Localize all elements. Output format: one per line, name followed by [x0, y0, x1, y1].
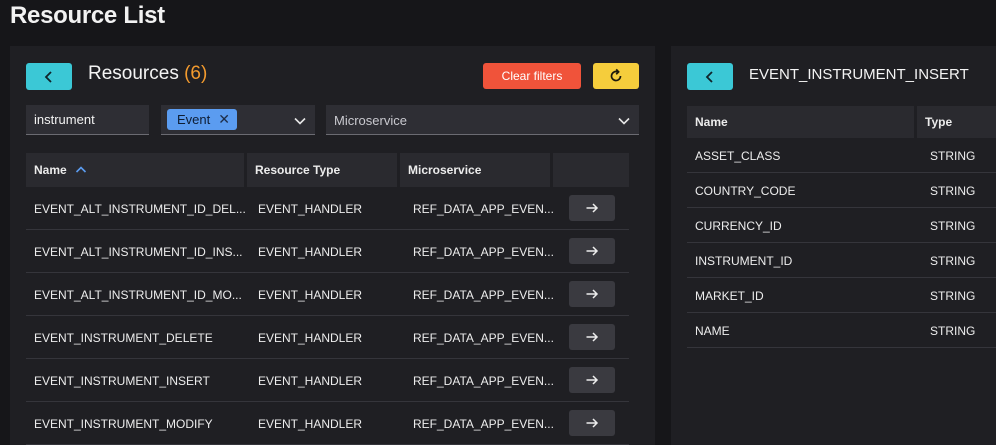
microservice-placeholder: Microservice: [334, 113, 407, 128]
row-type: EVENT_HANDLER: [258, 288, 363, 302]
arrow-right-icon: [586, 332, 599, 342]
resource-detail-panel: EVENT_INSTRUMENT_INSERT Name Type ASSET_…: [671, 46, 996, 445]
chevron-down-icon: [294, 117, 306, 125]
row-type: EVENT_HANDLER: [258, 374, 363, 388]
field-type: STRING: [930, 254, 976, 268]
chevron-left-icon: [705, 70, 713, 83]
row-type: EVENT_HANDLER: [258, 245, 363, 259]
row-name: EVENT_ALT_INSTRUMENT_ID_INS...: [34, 245, 243, 259]
column-header-name[interactable]: Name: [26, 153, 244, 187]
row-microservice: REF_DATA_APP_EVEN...: [413, 374, 554, 388]
arrow-right-icon: [586, 246, 599, 256]
row-type: EVENT_HANDLER: [258, 331, 363, 345]
resource-type-select[interactable]: Event ✕: [161, 105, 315, 135]
row-microservice: REF_DATA_APP_EVEN...: [413, 245, 554, 259]
sort-ascending-icon[interactable]: [75, 164, 87, 176]
column-header-type-label: Resource Type: [255, 163, 341, 177]
resources-count: (6): [184, 63, 208, 84]
field-row: ASSET_CLASS STRING: [687, 138, 996, 173]
field-name: INSTRUMENT_ID: [695, 254, 793, 268]
field-row: INSTRUMENT_ID STRING: [687, 243, 996, 278]
field-name: COUNTRY_CODE: [695, 184, 796, 198]
table-row[interactable]: EVENT_ALT_INSTRUMENT_ID_MO... EVENT_HAND…: [26, 273, 629, 316]
table-row[interactable]: EVENT_INSTRUMENT_INSERT EVENT_HANDLER RE…: [26, 359, 629, 402]
open-resource-button[interactable]: [569, 324, 615, 350]
column-header-type[interactable]: Resource Type: [247, 153, 397, 187]
field-type: STRING: [930, 324, 976, 338]
field-row: MARKET_ID STRING: [687, 278, 996, 313]
row-microservice: REF_DATA_APP_EVEN...: [413, 417, 554, 431]
arrow-right-icon: [586, 289, 599, 299]
column-header-microservice[interactable]: Microservice: [400, 153, 550, 187]
field-name: MARKET_ID: [695, 289, 764, 303]
detail-column-header-name-label: Name: [695, 115, 728, 129]
row-type: EVENT_HANDLER: [258, 417, 363, 431]
back-button[interactable]: [26, 63, 72, 90]
table-row[interactable]: EVENT_ALT_INSTRUMENT_ID_DEL... EVENT_HAN…: [26, 187, 629, 230]
resources-panel: Resources (6) Clear filters Event ✕ Micr…: [10, 46, 655, 445]
open-resource-button[interactable]: [569, 367, 615, 393]
row-name: EVENT_ALT_INSTRUMENT_ID_DEL...: [34, 202, 246, 216]
close-icon[interactable]: ✕: [218, 111, 230, 128]
detail-column-header-type-label: Type: [925, 115, 953, 129]
refresh-icon: [610, 68, 622, 82]
field-name: ASSET_CLASS: [695, 149, 781, 163]
detail-column-header-type: Type: [917, 106, 996, 138]
row-type: EVENT_HANDLER: [258, 202, 363, 216]
row-microservice: REF_DATA_APP_EVEN...: [413, 202, 554, 216]
arrow-right-icon: [586, 418, 599, 428]
field-row: NAME STRING: [687, 313, 996, 348]
field-name: NAME: [695, 324, 730, 338]
resources-heading: Resources (6): [88, 63, 207, 85]
column-header-microservice-label: Microservice: [408, 163, 482, 177]
row-name: EVENT_INSTRUMENT_DELETE: [34, 331, 213, 345]
detail-column-header-name: Name: [687, 106, 914, 138]
detail-back-button[interactable]: [687, 63, 733, 90]
page-title: Resource List: [10, 2, 165, 29]
field-name: CURRENCY_ID: [695, 219, 782, 233]
clear-filters-button[interactable]: Clear filters: [483, 63, 581, 89]
field-type: STRING: [930, 184, 976, 198]
table-row[interactable]: EVENT_ALT_INSTRUMENT_ID_INS... EVENT_HAN…: [26, 230, 629, 273]
open-resource-button[interactable]: [569, 410, 615, 436]
row-microservice: REF_DATA_APP_EVEN...: [413, 331, 554, 345]
row-name: EVENT_INSTRUMENT_INSERT: [34, 374, 210, 388]
open-resource-button[interactable]: [569, 281, 615, 307]
table-row[interactable]: EVENT_INSTRUMENT_MODIFY EVENT_HANDLER RE…: [26, 402, 629, 445]
filter-chip: Event ✕: [167, 109, 237, 130]
open-resource-button[interactable]: [569, 238, 615, 264]
table-row[interactable]: EVENT_INSTRUMENT_DELETE EVENT_HANDLER RE…: [26, 316, 629, 359]
detail-title: EVENT_INSTRUMENT_INSERT: [749, 66, 969, 83]
chevron-down-icon: [618, 117, 630, 125]
open-resource-button[interactable]: [569, 195, 615, 221]
row-name: EVENT_ALT_INSTRUMENT_ID_MO...: [34, 288, 242, 302]
field-row: COUNTRY_CODE STRING: [687, 173, 996, 208]
filter-chip-label: Event: [177, 112, 211, 127]
chevron-left-icon: [44, 70, 52, 83]
field-type: STRING: [930, 149, 976, 163]
arrow-right-icon: [586, 375, 599, 385]
refresh-button[interactable]: [593, 63, 639, 89]
field-row: CURRENCY_ID STRING: [687, 208, 996, 243]
column-header-name-label: Name: [34, 163, 67, 177]
arrow-right-icon: [586, 203, 599, 213]
row-microservice: REF_DATA_APP_EVEN...: [413, 288, 554, 302]
field-type: STRING: [930, 219, 976, 233]
search-input[interactable]: [26, 105, 149, 135]
row-name: EVENT_INSTRUMENT_MODIFY: [34, 417, 213, 431]
resources-heading-label: Resources: [88, 63, 179, 84]
field-type: STRING: [930, 289, 976, 303]
microservice-select[interactable]: Microservice: [326, 105, 639, 135]
column-header-actions: [553, 153, 629, 187]
